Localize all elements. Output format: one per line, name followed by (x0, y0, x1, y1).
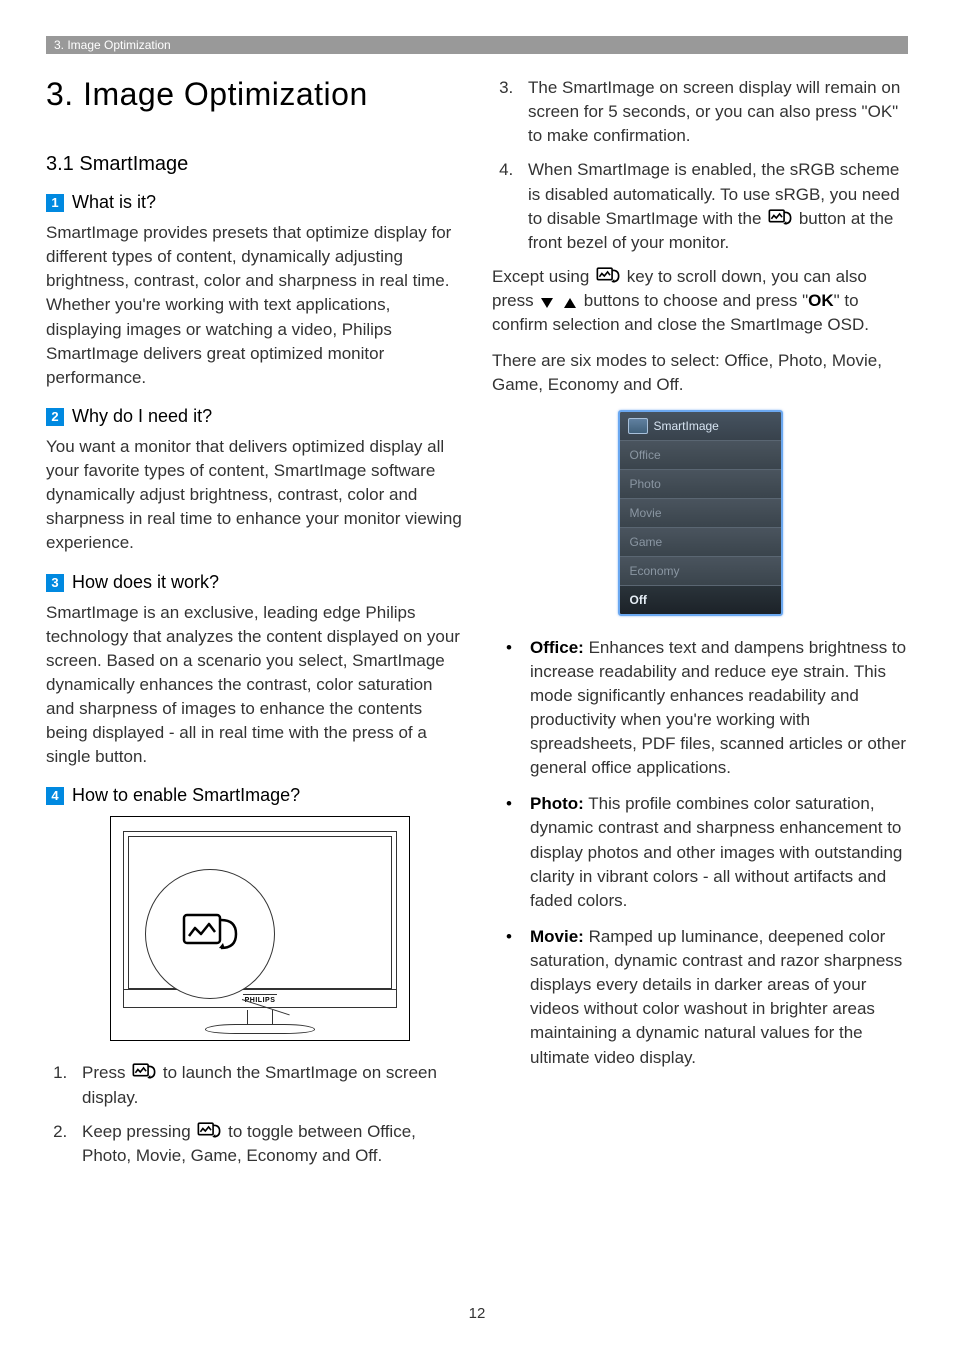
except-paragraph: Except using key to scroll down, you can… (492, 265, 908, 337)
osd-header-icon (628, 418, 648, 434)
smartimage-icon (596, 267, 620, 285)
modes-intro: There are six modes to select: Office, P… (492, 349, 908, 397)
q4-heading: 4 How to enable SmartImage? (46, 785, 462, 806)
chapter-title: 3. Image Optimization (46, 76, 462, 113)
up-triangle-icon (563, 297, 577, 309)
header-breadcrumb: 3. Image Optimization (46, 36, 908, 54)
steps-list-right: The SmartImage on screen display will re… (492, 76, 908, 255)
num-box-1: 1 (46, 194, 64, 212)
q3-title: How does it work? (72, 572, 219, 592)
ok-label: OK (808, 291, 834, 310)
page-number: 12 (469, 1305, 486, 1322)
smartimage-button-icon (181, 912, 239, 956)
mode-movie: Movie: Ramped up luminance, deepened col… (506, 925, 908, 1070)
section-title: 3.1 SmartImage (46, 153, 462, 176)
mode-photo: Photo: This profile combines color satur… (506, 792, 908, 913)
q4-title: How to enable SmartImage? (72, 785, 300, 805)
q3-heading: 3 How does it work? (46, 572, 462, 593)
osd-header: SmartImage (620, 412, 781, 440)
q1-body: SmartImage provides presets that optimiz… (46, 221, 462, 390)
smartimage-icon (768, 209, 792, 227)
q2-body: You want a monitor that delivers optimiz… (46, 435, 462, 556)
osd-item-economy: Economy (620, 556, 781, 585)
osd-item-office: Office (620, 440, 781, 469)
q1-heading: 1 What is it? (46, 192, 462, 213)
zoom-circle (145, 869, 275, 999)
osd-item-game: Game (620, 527, 781, 556)
osd-item-off: Off (620, 585, 781, 614)
mode-office: Office: Enhances text and dampens bright… (506, 636, 908, 781)
q2-title: Why do I need it? (72, 406, 212, 426)
monitor-illustration: PHILIPS (110, 816, 410, 1041)
step-3: The SmartImage on screen display will re… (518, 76, 908, 148)
osd-menu: SmartImage Office Photo Movie Game Econo… (618, 410, 783, 616)
osd-item-photo: Photo (620, 469, 781, 498)
num-box-4: 4 (46, 787, 64, 805)
q1-title: What is it? (72, 192, 156, 212)
smartimage-icon (197, 1122, 221, 1140)
osd-title: SmartImage (654, 419, 719, 433)
mode-office-label: Office: (530, 638, 584, 657)
step-4: When SmartImage is enabled, the sRGB sch… (518, 158, 908, 255)
q3-body: SmartImage is an exclusive, leading edge… (46, 601, 462, 770)
down-triangle-icon (540, 297, 554, 309)
num-box-2: 2 (46, 408, 64, 426)
num-box-3: 3 (46, 574, 64, 592)
mode-descriptions: Office: Enhances text and dampens bright… (492, 636, 908, 1070)
right-column: The SmartImage on screen display will re… (492, 76, 908, 1178)
mode-movie-label: Movie: (530, 927, 584, 946)
osd-item-movie: Movie (620, 498, 781, 527)
left-column: 3. Image Optimization 3.1 SmartImage 1 Wh… (46, 76, 462, 1178)
step-2: Keep pressing to toggle between Office, … (72, 1120, 462, 1168)
q2-heading: 2 Why do I need it? (46, 406, 462, 427)
steps-list-left: Press to launch the SmartImage on screen… (46, 1061, 462, 1168)
step-1: Press to launch the SmartImage on screen… (72, 1061, 462, 1109)
mode-photo-label: Photo: (530, 794, 584, 813)
smartimage-icon (132, 1063, 156, 1081)
